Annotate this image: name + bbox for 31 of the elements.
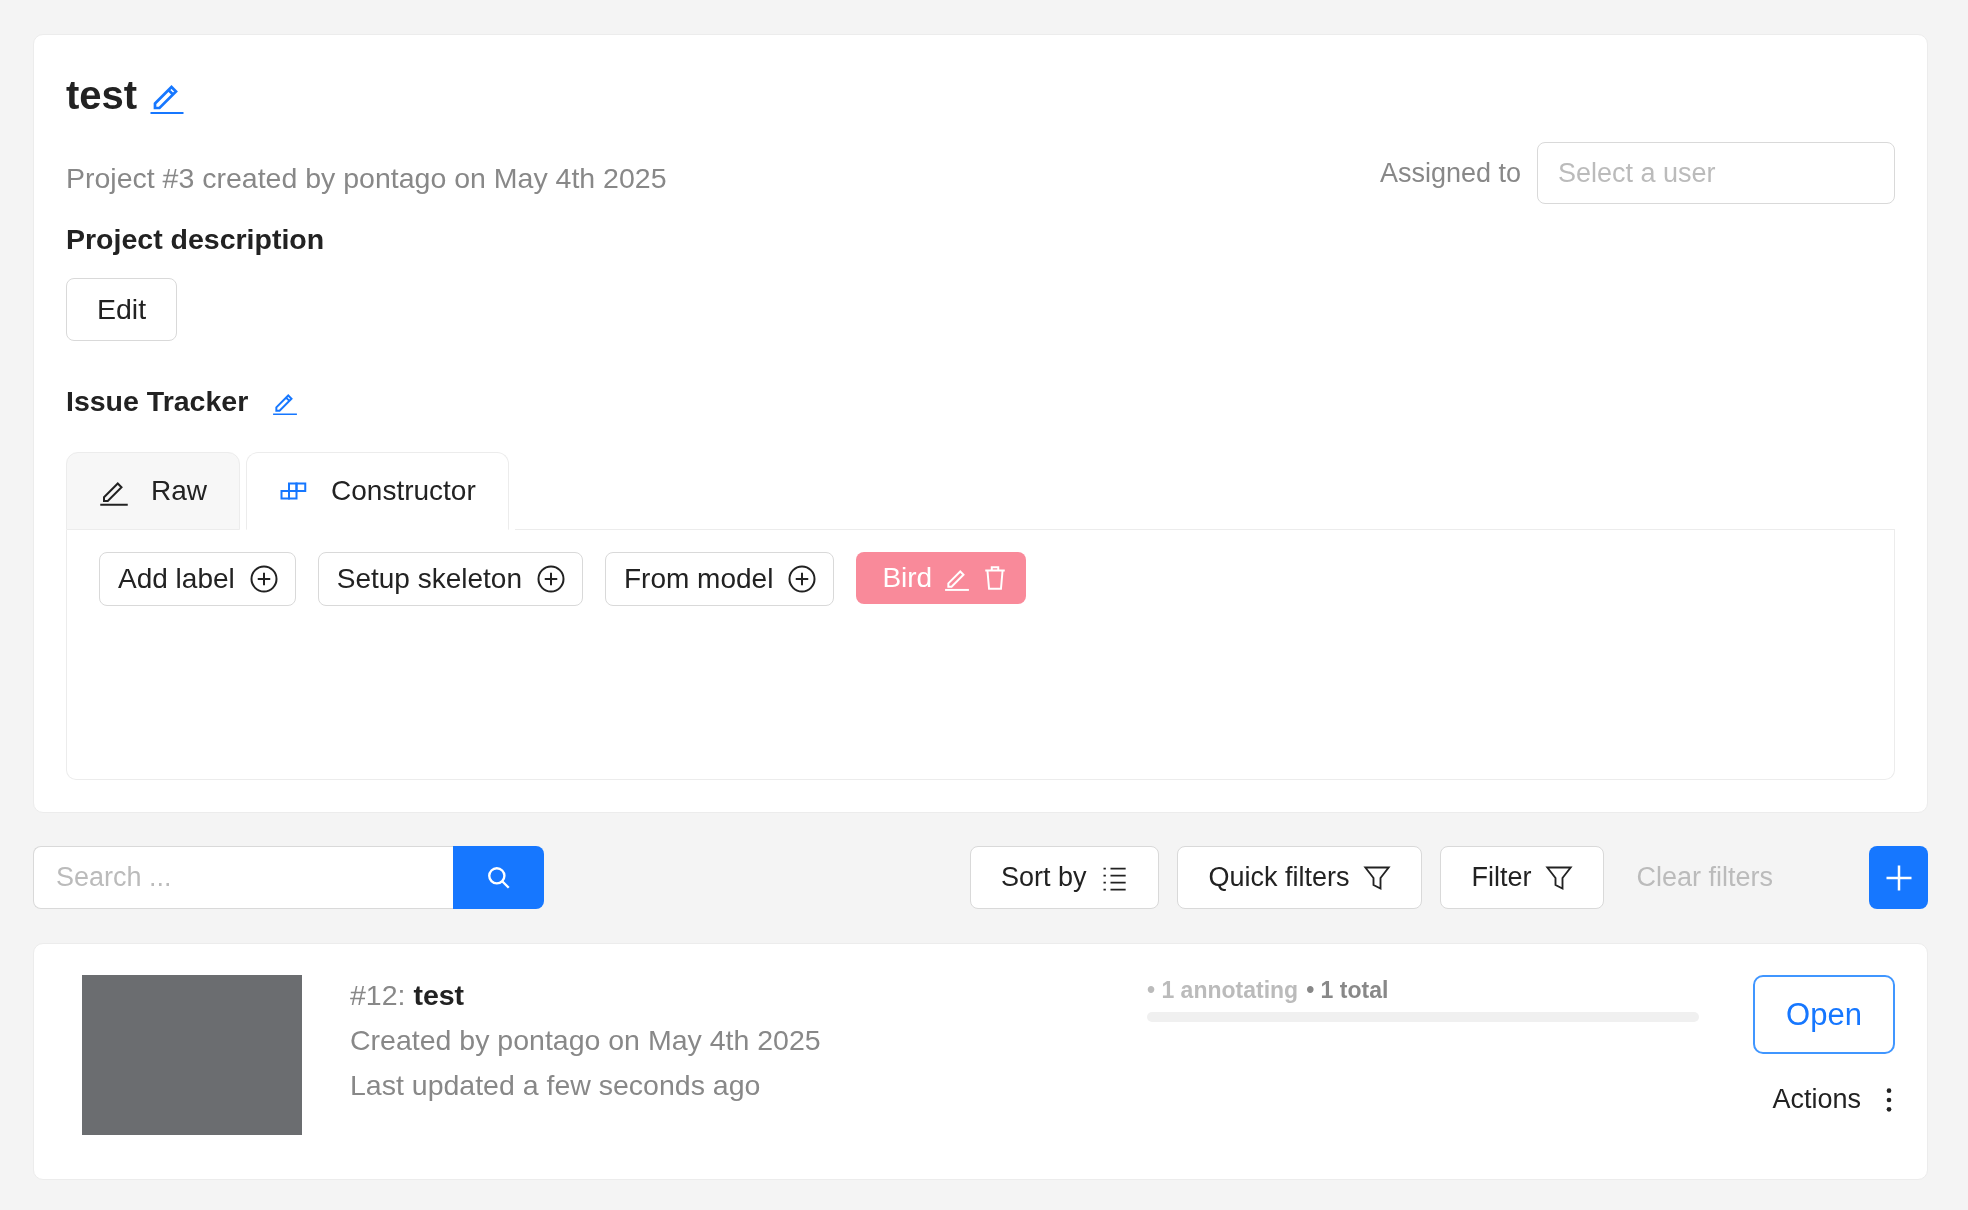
actions-label[interactable]: Actions bbox=[1772, 1084, 1861, 1115]
project-title: test bbox=[66, 73, 138, 118]
label-action-button[interactable]: Setup skeleton bbox=[317, 552, 583, 606]
add-button[interactable] bbox=[1869, 846, 1928, 909]
project-subtitle: Project #3 created by pontago on May 4th 2025 bbox=[66, 162, 667, 195]
tab[interactable]: Raw bbox=[66, 452, 240, 530]
label-action-button[interactable]: From model bbox=[605, 552, 835, 606]
issue-tracker-heading: Issue Tracker bbox=[66, 385, 249, 418]
label-tag: Bird bbox=[856, 552, 1027, 604]
more-icon[interactable] bbox=[1885, 1085, 1893, 1114]
description-heading: Project description bbox=[66, 223, 325, 256]
plus-circle-icon bbox=[787, 564, 818, 594]
edit-button[interactable]: Edit bbox=[66, 278, 178, 341]
search-icon bbox=[485, 864, 512, 891]
search-field[interactable]: Search ... bbox=[33, 846, 453, 909]
label-action-button[interactable]: Add label bbox=[99, 552, 296, 606]
sort-button[interactable]: Sort by bbox=[969, 846, 1160, 909]
assigned-to-label: Assigned to bbox=[1379, 157, 1521, 189]
tab[interactable]: Constructor bbox=[246, 452, 509, 530]
task-updated: Last updated a few seconds ago bbox=[350, 1069, 762, 1102]
filter-button[interactable]: Filter bbox=[1440, 846, 1605, 909]
quick-filters-button[interactable]: Quick filters bbox=[1177, 846, 1423, 909]
task-name[interactable]: #12: test bbox=[350, 979, 821, 1012]
open-button[interactable]: Open bbox=[1753, 975, 1895, 1054]
plus-circle-icon bbox=[536, 564, 566, 594]
search-button[interactable] bbox=[453, 846, 544, 909]
task-created: Created by pontago on May 4th 2025 bbox=[350, 1024, 821, 1057]
annotating-count: • 1 annotating bbox=[1147, 977, 1299, 1004]
total-count: • 1 total bbox=[1306, 977, 1389, 1004]
plus-circle-icon bbox=[248, 564, 279, 594]
user-select-field[interactable]: Select a user bbox=[1537, 142, 1895, 204]
